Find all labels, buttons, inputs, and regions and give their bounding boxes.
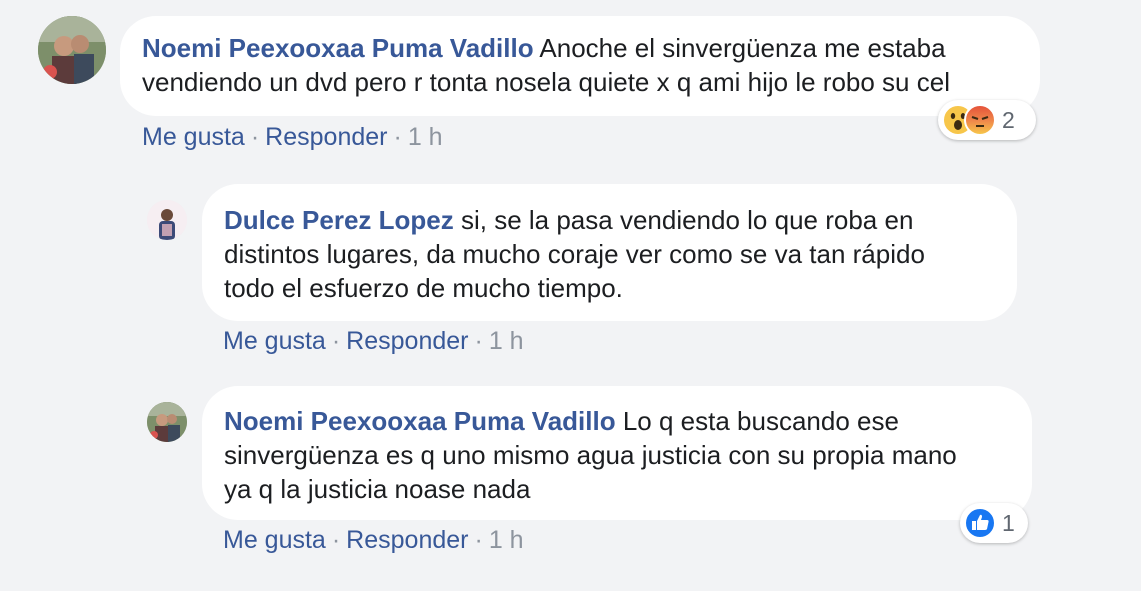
separator: · [474,526,483,554]
comment-text: Anoche el sinvergüenza me estaba [539,33,946,63]
profile-photo [147,200,187,240]
angry-icon [964,104,996,136]
separator: · [474,327,483,355]
like-link[interactable]: Me gusta [142,123,245,151]
comment-author[interactable]: Noemi Peexooxaa Puma Vadillo [224,406,616,436]
reply-link[interactable]: Responder [346,526,468,554]
comment-author[interactable]: Dulce Perez Lopez [224,205,454,235]
comment-actions: Me gusta · Responder · 1 h [142,123,443,152]
comment-text: ya q la justicia noase nada [224,474,531,504]
like-link[interactable]: Me gusta [223,327,326,355]
separator: · [393,123,402,151]
like-icon [964,507,996,539]
reactions-count: 2 [1002,106,1015,133]
like-link[interactable]: Me gusta [223,526,326,554]
comment-author[interactable]: Noemi Peexooxaa Puma Vadillo [142,33,534,63]
comment-actions: Me gusta · Responder · 1 h [223,327,524,356]
reactions-count: 1 [1002,509,1015,536]
reactions-summary[interactable]: 2 [938,100,1036,140]
separator: · [250,123,260,151]
timestamp[interactable]: 1 h [489,526,524,554]
comment-text: sinvergüenza es q uno mismo agua justici… [224,440,957,470]
comment-actions: Me gusta · Responder · 1 h [223,526,524,555]
reply-link[interactable]: Responder [265,123,387,151]
comment-bubble: Noemi Peexooxaa Puma Vadillo Lo q esta b… [202,386,1032,520]
timestamp[interactable]: 1 h [408,123,443,151]
comment-text: si, se la pasa vendiendo lo que roba en [460,205,914,235]
comment-text: Lo q esta buscando ese [622,406,899,436]
reply-link[interactable]: Responder [346,327,468,355]
timestamp[interactable]: 1 h [489,327,524,355]
avatar[interactable] [147,200,187,240]
separator: · [331,327,341,355]
profile-photo [38,16,106,84]
avatar[interactable] [38,16,106,84]
profile-photo [147,402,187,442]
reactions-summary[interactable]: 1 [960,503,1028,543]
comment-text: todo el esfuerzo de mucho tiempo. [224,273,623,303]
separator: · [331,526,341,554]
avatar[interactable] [147,402,187,442]
comment-text: distintos lugares, da mucho coraje ver c… [224,239,925,269]
comment-bubble: Dulce Perez Lopez si, se la pasa vendien… [202,184,1017,321]
comment-text: vendiendo un dvd pero r tonta nosela qui… [142,67,950,97]
comment-bubble: Noemi Peexooxaa Puma Vadillo Anoche el s… [120,16,1040,116]
